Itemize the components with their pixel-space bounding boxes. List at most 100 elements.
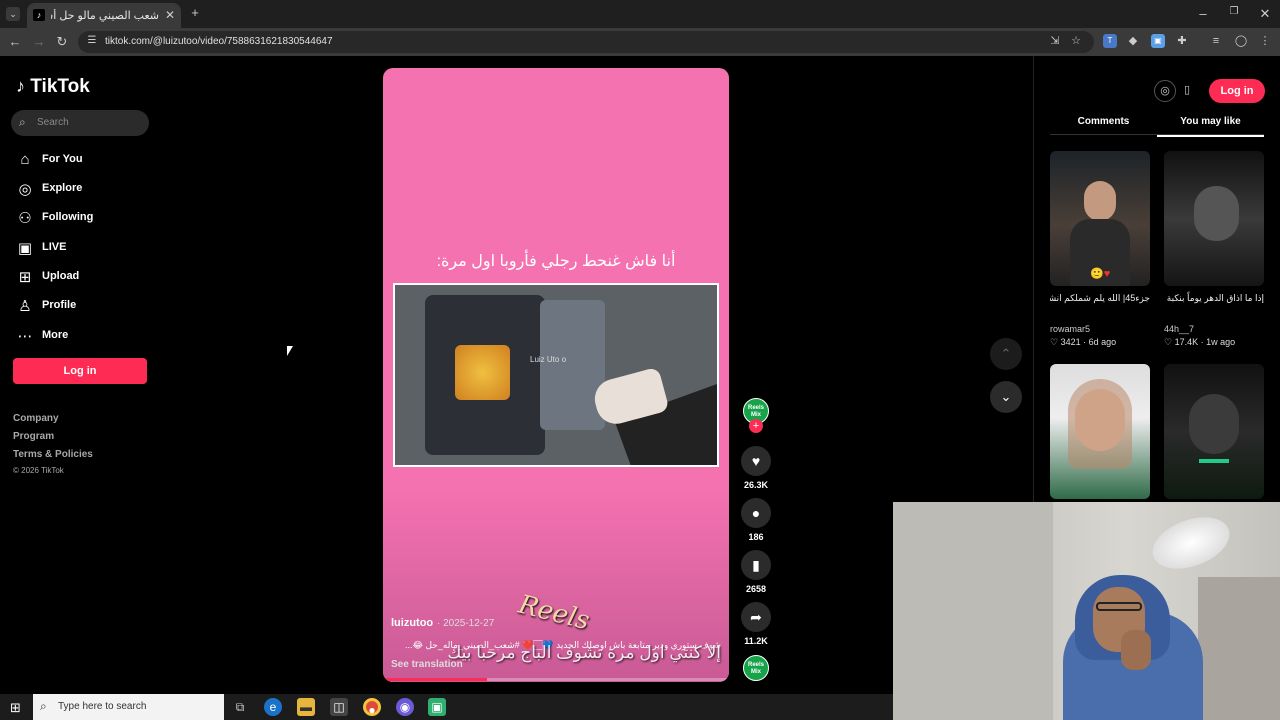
comment-button[interactable]: ● 186 xyxy=(741,498,771,542)
footer-link-program[interactable]: Program xyxy=(13,431,54,442)
thumbnail-caption: إذا ما اذاق الدهر يوماً بنكبة ...ـفيوماً… xyxy=(1164,293,1264,303)
compass-icon[interactable]: ◎ xyxy=(1154,80,1176,102)
next-video-button[interactable]: ⌄ xyxy=(990,381,1022,413)
login-button[interactable]: Log in xyxy=(13,358,147,384)
phone-icon[interactable]: ▯ xyxy=(1176,80,1198,102)
tab-close-icon[interactable]: ✕ xyxy=(165,8,175,22)
thumbnail-meta: ♡ 3421 · 6d ago xyxy=(1050,337,1117,347)
follow-plus-icon[interactable]: + xyxy=(749,419,763,433)
sidebar-item-label: Upload xyxy=(42,270,80,282)
post-age: 6d ago xyxy=(1088,337,1117,347)
search-placeholder: Search xyxy=(37,117,69,128)
home-icon: ⌂ xyxy=(20,151,30,168)
restore-icon[interactable]: ❐ xyxy=(1227,6,1241,17)
new-tab-button[interactable]: + xyxy=(188,5,202,20)
reload-icon[interactable]: ↻ xyxy=(55,34,69,50)
heart-emoji-icon: 🙂♥ xyxy=(1090,268,1111,280)
like-button[interactable]: ♥ 26.3K xyxy=(741,446,771,490)
thumbnail-figure xyxy=(1194,186,1239,241)
video-thumbnail[interactable] xyxy=(1050,364,1150,499)
video-author[interactable]: luizutoo xyxy=(391,617,433,629)
thumbnail-user[interactable]: rowamar5 xyxy=(1050,324,1090,334)
forward-icon[interactable]: → xyxy=(32,34,46,49)
share-arrow-icon: ➦ xyxy=(741,602,771,632)
sidebar-item-live[interactable]: ▣ LIVE xyxy=(16,238,156,260)
reels-mix-label: Reels Mix xyxy=(747,662,764,675)
browser-menu-icon[interactable]: ⋮ xyxy=(1258,34,1272,48)
windows-start-icon[interactable]: ⊞ xyxy=(10,700,21,716)
sidebar-item-label: Explore xyxy=(42,182,83,194)
footer-link-terms[interactable]: Terms & Policies xyxy=(13,449,93,460)
extension-blue-icon[interactable]: ▣ xyxy=(1151,34,1165,48)
tab-list-icon[interactable]: ⌄ xyxy=(6,7,20,21)
tab-you-may-like[interactable]: You may like xyxy=(1157,116,1264,137)
bookmark-star-icon[interactable]: ☆ xyxy=(1069,34,1083,48)
bookmark-icon: ▮ xyxy=(741,550,771,580)
music-disc[interactable]: Reels Mix xyxy=(743,655,769,681)
like-count: 3421 xyxy=(1060,337,1081,347)
extensions-puzzle-icon[interactable]: ✚ xyxy=(1175,34,1189,48)
address-bar[interactable]: ☰ tiktok.com/@luizutoo/video/75886316218… xyxy=(78,31,1094,53)
heart-icon: ♥ xyxy=(741,446,771,476)
app-icon[interactable]: ▣ xyxy=(428,698,446,716)
mouse-cursor xyxy=(287,346,293,356)
save-button[interactable]: ▮ 2658 xyxy=(741,550,771,594)
extension-diamond-icon[interactable]: ◆ xyxy=(1126,34,1140,48)
browser-tab[interactable]: ♪ شعب الصيني مالو حل أسرار ✕ xyxy=(27,3,181,28)
sidebar-item-profile[interactable]: ♙ Profile xyxy=(16,296,156,318)
sidebar-item-following[interactable]: ⚇ Following xyxy=(16,208,156,230)
chrome-icon[interactable]: ● xyxy=(363,698,381,717)
sidebar-item-explore[interactable]: ◎ Explore xyxy=(16,179,156,201)
copyright: © 2026 TikTok xyxy=(13,466,64,475)
thumbnail-user[interactable]: 44h__7 xyxy=(1164,324,1194,334)
site-info-icon[interactable]: ☰ xyxy=(86,35,98,46)
sidebar-item-label: For You xyxy=(42,153,83,165)
upload-icon: ⊞ xyxy=(18,269,32,286)
url-text: tiktok.com/@luizutoo/video/7588631621830… xyxy=(105,36,333,47)
tiktok-note-icon: ♪ xyxy=(16,76,25,96)
tiktok-favicon-icon: ♪ xyxy=(33,9,45,21)
taskbar-search-placeholder: Type here to search xyxy=(58,701,147,712)
profile-icon: ♙ xyxy=(18,298,32,315)
person-glasses xyxy=(1096,602,1142,611)
profile-avatar-icon[interactable]: ◯ xyxy=(1234,34,1248,48)
sidebar-item-more[interactable]: ⋯ More xyxy=(16,326,156,348)
minimize-icon[interactable]: – xyxy=(1196,6,1210,21)
windows-taskbar: ⊞ ⌕ Type here to search ⧉ e ▬ ◫ ● ◉ ▣ xyxy=(0,694,893,720)
video-thumbnail[interactable]: 🙂♥ xyxy=(1050,151,1150,286)
search-input[interactable]: ⌕ Search xyxy=(11,110,149,136)
taskbar-search-input[interactable]: ⌕ Type here to search xyxy=(33,694,224,720)
previous-video-button[interactable]: ⌃ xyxy=(990,338,1022,370)
tab-comments[interactable]: Comments xyxy=(1050,116,1157,135)
file-explorer-icon[interactable]: ▬ xyxy=(297,698,315,716)
share-button[interactable]: ➦ 11.2K xyxy=(741,602,771,646)
tiktok-logo[interactable]: ♪ TikTok xyxy=(16,76,90,98)
back-icon[interactable]: ← xyxy=(8,34,22,49)
media-control-icon[interactable]: ≡ xyxy=(1209,34,1223,48)
video-progress-bar[interactable] xyxy=(383,678,729,681)
sidebar-item-upload[interactable]: ⊞ Upload xyxy=(16,267,156,289)
reels-mix-label: Reels Mix xyxy=(747,405,764,418)
header-login-button[interactable]: Log in xyxy=(1209,79,1265,103)
webcam-wall-shadow xyxy=(893,502,1053,720)
task-view-icon[interactable]: ⧉ xyxy=(231,698,249,716)
edge-browser-icon[interactable]: e xyxy=(264,698,282,716)
sidebar-item-for-you[interactable]: ⌂ For You xyxy=(16,150,156,172)
embedded-video-frame: Luiz Uto o xyxy=(393,283,719,467)
discord-icon[interactable]: ◉ xyxy=(396,698,414,716)
webcam-door xyxy=(1198,577,1280,720)
thumbnail-hair xyxy=(1068,379,1132,469)
sidebar-item-label: Profile xyxy=(42,299,77,311)
video-watermark: Luiz Uto o xyxy=(530,355,567,364)
compass-icon: ◎ xyxy=(18,181,32,198)
footer-link-company[interactable]: Company xyxy=(13,413,59,424)
translate-extension-icon[interactable]: T xyxy=(1103,34,1117,48)
video-player[interactable]: أنا فاش غنحط رجلي فأروبا اول مرة: Luiz U… xyxy=(383,68,729,682)
window-close-icon[interactable]: ✕ xyxy=(1258,6,1272,22)
video-thumbnail[interactable] xyxy=(1164,151,1264,286)
video-thumbnail[interactable] xyxy=(1164,364,1264,499)
store-icon[interactable]: ◫ xyxy=(330,698,348,716)
see-translation-link[interactable]: See translation xyxy=(391,659,463,670)
logo-text: TikTok xyxy=(30,76,90,97)
install-icon[interactable]: ⇲ xyxy=(1048,34,1062,48)
